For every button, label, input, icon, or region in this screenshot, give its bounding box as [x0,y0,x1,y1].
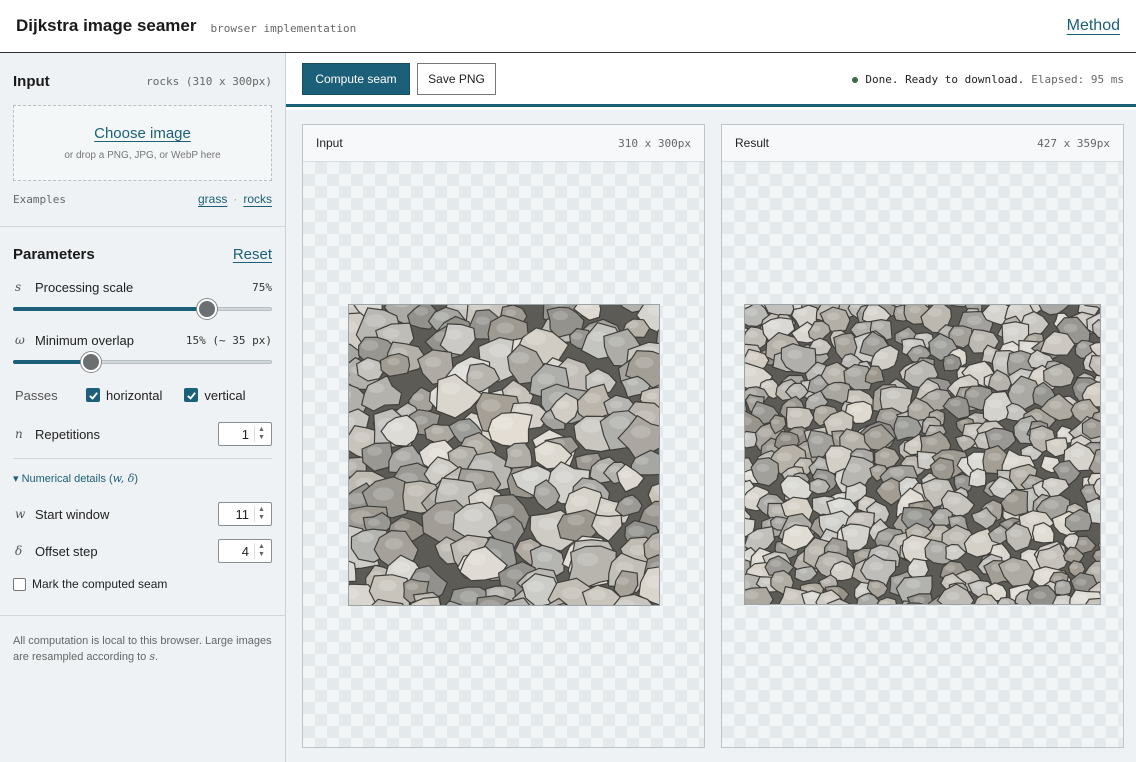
mark-seam-label[interactable]: Mark the computed seam [32,577,167,591]
scale-slider-fill [13,307,207,311]
result-panel-title: Result [735,136,770,150]
offset-step-label: Offset step [35,543,98,559]
parameters-section: Parameters Reset s Processing scale 75% … [0,227,285,594]
start-window-param: w Start window 11 ▲ ▼ [13,502,272,526]
start-window-label: Start window [35,506,110,522]
examples-separator: · [233,192,238,206]
reset-button[interactable]: Reset [233,246,272,263]
horizontal-label[interactable]: horizontal [106,388,162,403]
start-window-input[interactable]: 11 ▲ ▼ [218,502,272,526]
offset-step-symbol: δ [15,544,23,558]
vertical-checkbox[interactable] [184,388,199,402]
examples-links: grass · rocks [198,192,272,206]
parameters-title: Parameters [13,246,95,263]
divider [13,458,272,459]
mark-seam-checkbox[interactable] [13,577,26,591]
result-panel: Result 427 x 359px [721,124,1124,748]
elapsed-text: Elapsed: 95 ms [1031,73,1124,86]
repetitions-value: 1 [241,426,249,442]
numerical-details-toggle[interactable]: ▾ Numerical details (w, δ) [13,472,272,485]
input-image [348,304,660,606]
offset-step-value: 4 [241,543,249,559]
example-rocks-link[interactable]: rocks [243,192,272,206]
overlap-symbol: ω [15,333,25,347]
start-window-symbol: w [15,507,26,521]
app-subtitle: browser implementation [210,21,357,35]
spin-arrows-icon[interactable]: ▲ ▼ [254,543,268,559]
repetitions-input[interactable]: 1 ▲ ▼ [218,422,272,446]
result-panel-header: Result 427 x 359px [722,125,1123,162]
check-icon [187,391,196,400]
vertical-label[interactable]: vertical [204,388,245,403]
passes-row: Passes horizontal vertical [13,385,272,405]
image-panels: Input 310 x 300px Result 427 x 359px [286,110,1136,762]
scale-symbol: s [15,280,22,294]
result-canvas [722,162,1123,747]
start-window-value: 11 [235,506,250,522]
example-grass-link[interactable]: grass [198,192,227,206]
sidebar: Input rocks (310 x 300px) Choose image o… [0,53,286,762]
rocks-image [745,305,1100,604]
scale-slider-thumb[interactable] [197,299,217,319]
result-panel-dims: 427 x 359px [1037,136,1110,150]
compute-seam-button[interactable]: Compute seam [302,63,410,95]
overlap-slider[interactable] [13,351,272,373]
spin-arrows-icon[interactable]: ▲ ▼ [254,506,268,522]
overlap-value: 15% (~ 35 px) [185,333,272,347]
method-link[interactable]: Method [1067,17,1120,35]
rocks-image [349,305,659,605]
overlap-param: ω Minimum overlap 15% (~ 35 px) [13,330,272,350]
app-title: Dijkstra image seamer [16,16,197,35]
repetitions-param: n Repetitions 1 ▲ ▼ [13,422,272,446]
mark-seam-row: Mark the computed seam [13,574,272,594]
sidebar-footer: All computation is local to this browser… [0,615,285,665]
repetitions-label: Repetitions [35,426,101,442]
result-image [744,304,1101,605]
status-text: Done. Ready to download. [865,73,1025,86]
input-panel-header: Input 310 x 300px [303,125,704,162]
input-panel-title: Input [316,136,343,150]
app-header: Dijkstra image seamer browser implementa… [0,0,1136,53]
check-icon [88,391,98,400]
overlap-slider-thumb[interactable] [81,352,101,372]
drop-hint: or drop a PNG, JPG, or WebP here [64,150,221,161]
choose-image-button[interactable]: Choose image [94,125,191,142]
input-canvas [303,162,704,747]
spin-arrows-icon[interactable]: ▲ ▼ [254,426,268,442]
save-png-button[interactable]: Save PNG [417,63,496,95]
input-panel: Input 310 x 300px [302,124,705,748]
scale-param: s Processing scale 75% [13,277,272,297]
horizontal-checkbox[interactable] [86,388,100,402]
image-dropzone[interactable]: Choose image or drop a PNG, JPG, or WebP… [13,105,272,181]
examples-label: Examples [13,192,66,206]
status-bar: Done. Ready to download. Elapsed: 95 ms [852,73,1124,86]
input-section-title: Input [13,73,50,90]
overlap-label: Minimum overlap [35,332,134,348]
main-area: Compute seam Save PNG Done. Ready to dow… [286,53,1136,762]
offset-step-input[interactable]: 4 ▲ ▼ [218,539,272,563]
input-panel-dims: 310 x 300px [618,136,691,150]
input-section: Input rocks (310 x 300px) Choose image o… [0,53,285,227]
toolbar: Compute seam Save PNG Done. Ready to dow… [286,53,1136,107]
scale-label: Processing scale [35,279,134,295]
status-dot-icon [852,76,859,83]
passes-label: Passes [15,387,58,403]
offset-step-param: δ Offset step 4 ▲ ▼ [13,539,272,563]
overlap-slider-fill [13,360,91,364]
scale-value: 75% [252,280,272,294]
scale-slider[interactable] [13,298,272,320]
current-image-label: rocks (310 x 300px) [146,75,272,88]
repetitions-symbol: n [15,427,23,441]
